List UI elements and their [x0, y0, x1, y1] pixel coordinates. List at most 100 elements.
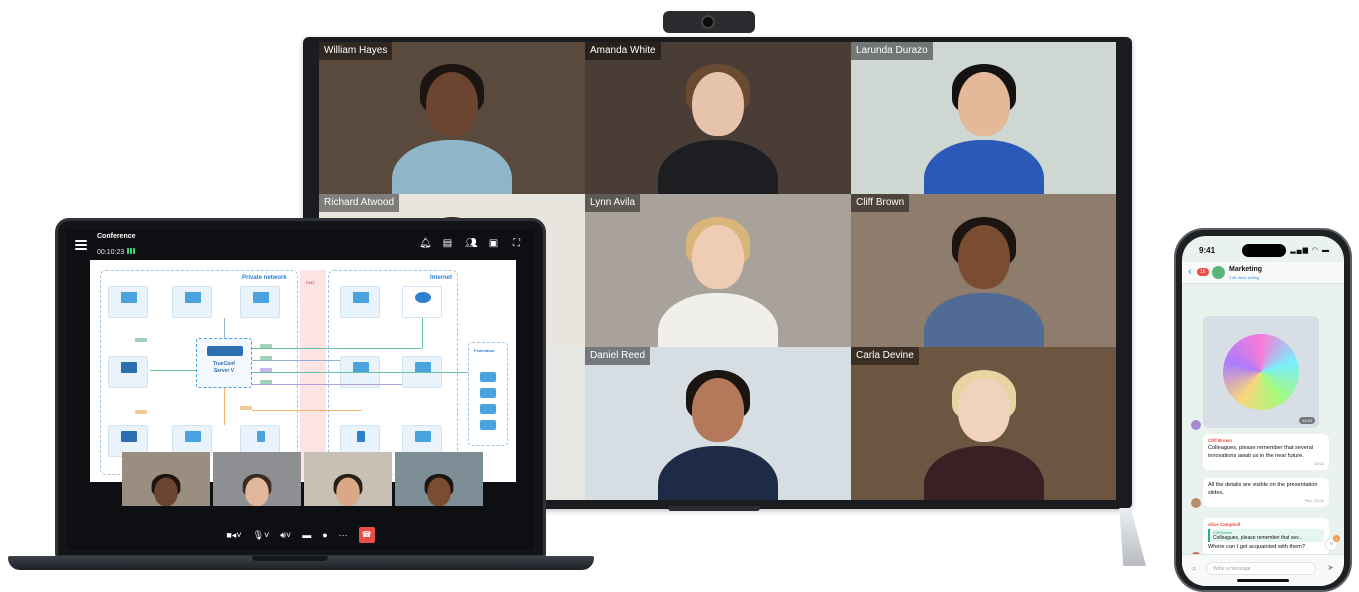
message-author: Cliff Brown [1208, 438, 1232, 443]
reply-quote[interactable]: Cliff Brown Colleagues, please remember … [1208, 529, 1324, 542]
participant-name-label: Daniel Reed [585, 347, 651, 365]
status-icons: ▂▄▆ ◠ ▬ [1290, 247, 1330, 254]
participant-figure [923, 215, 1044, 347]
message-bubble[interactable]: Alice Campbell Cliff Brown Colleagues, p… [1203, 518, 1329, 556]
chat-header: ‹ 16 Marketing Cliff, Alice writing [1182, 262, 1344, 284]
chat-title[interactable]: Marketing [1229, 266, 1262, 273]
image-message[interactable]: 11:42 [1203, 316, 1319, 428]
phone-clock: 9:41 [1199, 246, 1216, 255]
video-tile[interactable]: Amanda White [585, 42, 851, 194]
screen-share-icon[interactable]: ▬ [302, 528, 311, 542]
video-tile[interactable]: William Hayes [319, 42, 585, 194]
video-tile[interactable]: Lynn Avila [585, 194, 851, 347]
reply-text: Colleagues, please remember that sev... [1213, 535, 1303, 541]
conference-timer: 00:10:23 [97, 248, 125, 256]
message-text: Colleagues, please remember that several… [1208, 445, 1314, 459]
participant-figure [658, 62, 778, 194]
menu-icon[interactable] [75, 240, 87, 250]
camera-icon[interactable]: ■◂˅ [226, 528, 241, 542]
diagram-connector [224, 388, 225, 425]
laptop-notch [252, 556, 328, 561]
chevron-down-icon: ˅ [1329, 542, 1334, 548]
message-text: Where can I get acquainted with them? [1208, 544, 1306, 550]
server-name-line2: Server V [213, 368, 235, 374]
home-indicator [1237, 579, 1289, 582]
internet-label: Internet [430, 275, 453, 281]
content-share-icon[interactable]: ▣ [488, 238, 499, 249]
participant-name-label: Amanda White [585, 42, 661, 60]
participants-icon[interactable]: 👥︎ [465, 238, 478, 249]
participant-figure [923, 62, 1044, 194]
message-author: Alice Campbell [1208, 522, 1241, 527]
participant-name-label: Carla Devine [851, 347, 919, 365]
diagram-connector [252, 360, 340, 361]
participant-name-label: William Hayes [319, 42, 393, 60]
tv-stand [1119, 508, 1146, 566]
federation-server-icon [480, 388, 496, 398]
diagram-node [402, 286, 442, 318]
hangup-button[interactable]: ☎︎ [358, 527, 375, 543]
participant-figure [139, 473, 193, 506]
send-icon[interactable]: ➤ [1327, 563, 1334, 572]
chat-icon[interactable]: ▤ [442, 238, 453, 249]
participant-name-label: Lynn Avila [585, 194, 641, 212]
phone-screen: 9:41 ▂▄▆ ◠ ▬ ‹ 16 Marketing Cliff, Alice… [1182, 236, 1344, 586]
diagram-node [172, 286, 212, 318]
dynamic-island [1242, 244, 1286, 257]
participant-thumbnail[interactable] [304, 452, 392, 506]
dmz-label: DMZ [306, 280, 315, 285]
diagram-node [108, 286, 148, 318]
private-network-label: Private network [242, 275, 287, 281]
attach-icon[interactable]: ⌕ [1192, 564, 1196, 574]
message-time: 12:02 [1313, 461, 1324, 466]
video-tile[interactable]: Larunda Durazo [851, 42, 1116, 194]
conference-header: Conference 00:10:23 🔔︎ ▤ 👥︎ ▣ ⛶ [67, 230, 534, 260]
diagram-connector [252, 348, 422, 349]
fullscreen-icon[interactable]: ⛶ [511, 238, 522, 249]
message-input[interactable]: Write a message [1206, 562, 1316, 575]
microphone-icon[interactable]: 🎙︎˅ [253, 528, 270, 542]
diagram-tag [260, 344, 272, 348]
video-tile[interactable]: Daniel Reed [585, 347, 851, 500]
3d-model-image [1223, 334, 1299, 410]
video-tile[interactable]: Carla Devine [851, 347, 1116, 500]
back-icon[interactable]: ‹ [1188, 266, 1192, 278]
participant-thumbnail[interactable] [395, 452, 483, 506]
speaker-icon[interactable]: 🔊︎˅ [280, 528, 291, 542]
diagram-tag [260, 380, 272, 384]
diagram-connector [252, 372, 468, 373]
participant-name-label: Richard Atwood [319, 194, 400, 212]
federation-server-icon [480, 404, 496, 414]
bell-icon[interactable]: 🔔︎ [419, 238, 432, 249]
webcam [663, 11, 755, 33]
diagram-node [340, 286, 380, 318]
raise-hand-icon[interactable]: ● [322, 528, 327, 542]
more-icon[interactable]: ··· [339, 528, 348, 542]
typing-indicator: Cliff, Alice writing [1229, 275, 1260, 280]
unread-badge: 16 [1197, 268, 1209, 276]
participant-thumbnail[interactable] [122, 452, 210, 506]
sender-avatar [1191, 498, 1201, 508]
trueconf-server-node: TrueConf Server V [196, 338, 252, 388]
message-bubble[interactable]: Cliff Brown Colleagues, please remember … [1203, 434, 1329, 470]
diagram-tag [260, 368, 272, 372]
participant-thumbnail[interactable] [213, 452, 301, 506]
video-tile[interactable]: Cliff Brown [851, 194, 1116, 347]
message-text: All the details are visible on the prese… [1208, 482, 1318, 496]
diagram-connector [150, 370, 196, 371]
sender-avatar [1191, 420, 1201, 430]
diagram-connector [252, 384, 402, 385]
diagram-connector [252, 410, 362, 411]
participant-thumbnails [122, 452, 483, 506]
diagram-tag [135, 410, 147, 414]
call-controls: ■◂˅ 🎙︎˅ 🔊︎˅ ▬ ● ··· ☎︎ [67, 525, 534, 545]
diagram-tag [135, 338, 147, 342]
conference-title: Conference [97, 232, 136, 240]
participant-name-label: Larunda Durazo [851, 42, 933, 60]
chat-avatar[interactable] [1212, 266, 1225, 279]
participant-figure [658, 368, 778, 500]
laptop: Conference 00:10:23 🔔︎ ▤ 👥︎ ▣ ⛶ Private … [55, 218, 546, 558]
message-bubble[interactable]: All the details are visible on the prese… [1203, 478, 1329, 507]
diagram-connector [224, 318, 225, 338]
participant-figure [412, 473, 466, 506]
